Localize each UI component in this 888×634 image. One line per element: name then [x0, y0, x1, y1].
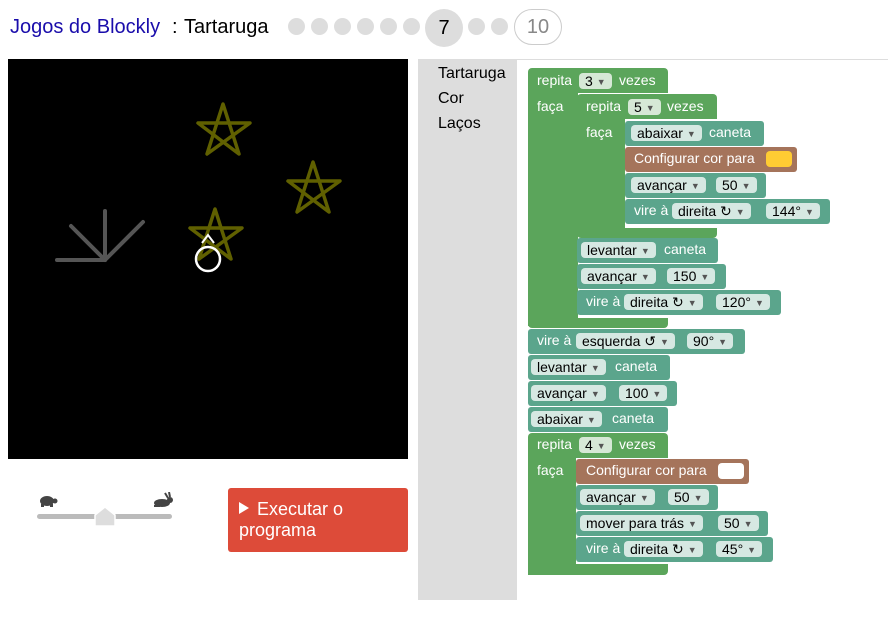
times-label: vezes — [619, 436, 656, 452]
times-label: vezes — [619, 72, 656, 88]
turn-label: vire à — [586, 293, 621, 309]
times-label: vezes — [667, 98, 704, 114]
turn-direction-dropdown[interactable]: direita ↻ ▼ — [672, 203, 751, 219]
repeat-4-footer — [528, 564, 668, 575]
distance-dropdown[interactable]: 50 ▼ — [716, 177, 757, 193]
set-color-label: Configurar cor para — [634, 150, 755, 166]
blockly-games-link[interactable]: Jogos do Blockly — [10, 16, 160, 39]
page-title: Tartaruga — [184, 16, 269, 38]
distance-dropdown[interactable]: 50 ▼ — [718, 515, 759, 531]
stars-drawing — [188, 102, 342, 261]
turn-label: vire à — [537, 332, 572, 348]
repeat-count-dropdown[interactable]: 5 ▼ — [628, 99, 661, 115]
level-8-dot[interactable] — [468, 18, 485, 35]
repeat-3-body-rail — [528, 92, 578, 326]
current-level-indicator[interactable]: 7 — [425, 9, 463, 47]
pen-label: caneta — [612, 410, 655, 426]
repeat-label: repita — [586, 98, 622, 114]
do-label: faça — [537, 462, 564, 478]
distance-dropdown[interactable]: 100 ▼ — [619, 385, 668, 401]
do-label: faça — [586, 124, 613, 140]
pen-state-dropdown[interactable]: levantar ▼ — [581, 242, 656, 258]
turn-direction-dropdown[interactable]: direita ↻ ▼ — [624, 294, 703, 310]
rays-drawing — [55, 209, 145, 262]
title-separator: : — [172, 16, 178, 38]
distance-dropdown[interactable]: 50 ▼ — [668, 489, 709, 505]
color-swatch-white[interactable] — [718, 463, 744, 479]
repeat-label: repita — [537, 72, 573, 88]
run-program-button[interactable]: Executar o programa — [228, 488, 408, 552]
turtle-canvas — [8, 59, 408, 459]
repeat-3-footer — [528, 318, 668, 328]
drawing-svg — [55, 102, 342, 273]
angle-dropdown[interactable]: 45° ▼ — [716, 541, 763, 557]
pen-label: caneta — [615, 358, 658, 374]
pen-state-dropdown[interactable]: abaixar ▼ — [631, 125, 702, 141]
repeat-count-dropdown[interactable]: 3 ▼ — [579, 73, 612, 89]
level-5-dot[interactable] — [380, 18, 397, 35]
pen-label: caneta — [664, 241, 707, 257]
move-direction-dropdown[interactable]: avançar ▼ — [581, 268, 656, 284]
angle-dropdown[interactable]: 90° ▼ — [687, 333, 734, 349]
repeat-count-dropdown[interactable]: 4 ▼ — [579, 437, 612, 453]
level-9-dot[interactable] — [491, 18, 508, 35]
angle-dropdown[interactable]: 120° ▼ — [716, 294, 770, 310]
star-2 — [286, 160, 342, 214]
pen-state-dropdown[interactable]: levantar ▼ — [531, 359, 606, 375]
repeat-label: repita — [537, 436, 573, 452]
set-color-label: Configurar cor para — [586, 462, 707, 478]
run-label-2: programa — [239, 520, 317, 540]
angle-dropdown[interactable]: 144° ▼ — [766, 203, 820, 219]
level-2-dot[interactable] — [311, 18, 328, 35]
toolbox-category-color[interactable]: Cor — [438, 90, 464, 108]
toolbox-category-turtle[interactable]: Tartaruga — [438, 65, 506, 83]
turn-label: vire à — [586, 540, 621, 556]
move-direction-dropdown[interactable]: avançar ▼ — [580, 489, 655, 505]
level-1-dot[interactable] — [288, 18, 305, 35]
turn-direction-dropdown[interactable]: direita ↻ ▼ — [624, 541, 703, 557]
slow-turtle-icon — [37, 493, 59, 512]
do-label: faça — [537, 98, 564, 114]
star-1 — [196, 102, 252, 156]
color-swatch-yellow[interactable] — [766, 151, 792, 167]
toolbox: Tartaruga Cor Laços — [418, 59, 517, 600]
run-label-1: Executar o — [257, 499, 344, 519]
toolbox-category-loops[interactable]: Laços — [438, 115, 481, 133]
pen-label: caneta — [709, 124, 752, 140]
move-direction-dropdown[interactable]: mover para trás ▼ — [580, 515, 703, 531]
level-3-dot[interactable] — [334, 18, 351, 35]
distance-dropdown[interactable]: 150 ▼ — [667, 268, 716, 284]
speed-slider-thumb[interactable] — [94, 506, 116, 533]
fast-rabbit-icon — [151, 491, 175, 513]
level-4-dot[interactable] — [357, 18, 374, 35]
turn-direction-dropdown[interactable]: esquerda ↺ ▼ — [576, 333, 675, 349]
last-level-button[interactable]: 10 — [514, 9, 562, 45]
level-6-dot[interactable] — [403, 18, 420, 35]
pen-state-dropdown[interactable]: abaixar ▼ — [531, 411, 602, 427]
move-direction-dropdown[interactable]: avançar ▼ — [631, 177, 706, 193]
play-icon — [239, 502, 249, 514]
repeat-5-footer — [577, 228, 717, 238]
turn-label: vire à — [634, 202, 669, 218]
move-direction-dropdown[interactable]: avançar ▼ — [531, 385, 606, 401]
